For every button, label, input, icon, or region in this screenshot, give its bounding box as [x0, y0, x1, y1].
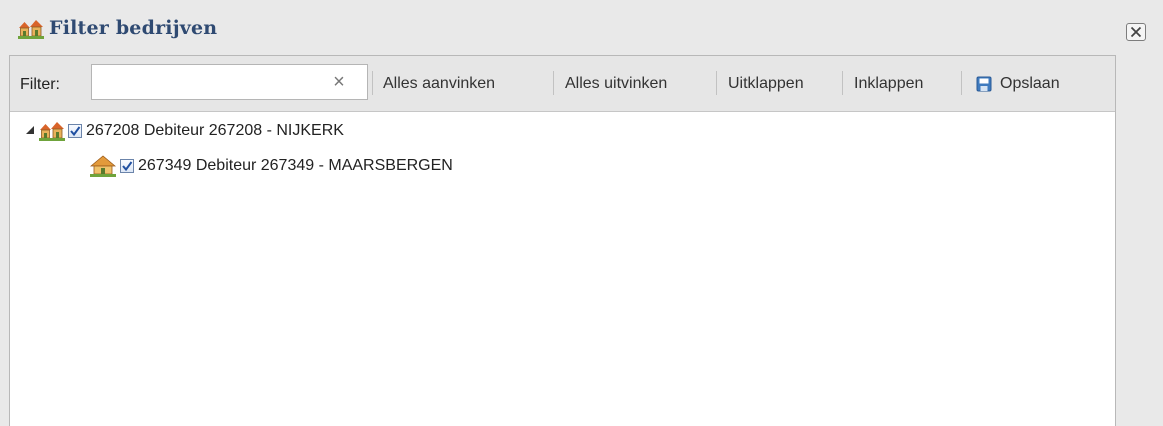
close-button[interactable]	[1126, 23, 1146, 41]
house-icon	[89, 155, 117, 182]
toolbar-separator	[842, 71, 843, 95]
tree-node-child[interactable]: 267349 Debiteur 267349 - MAARSBERGEN	[10, 155, 710, 177]
collapse-button[interactable]: Inklappen	[854, 75, 923, 93]
companies-icon	[39, 120, 65, 147]
title-bar: Filter bedrijven	[0, 0, 1163, 52]
uncheck-all-button[interactable]: Alles uitvinken	[565, 75, 667, 93]
node-checkbox[interactable]	[120, 159, 134, 173]
save-button[interactable]: Opslaan	[1000, 75, 1060, 93]
toolbar-separator	[961, 71, 962, 95]
filter-label: Filter:	[20, 76, 60, 93]
clear-filter-button[interactable]: ×	[326, 69, 352, 95]
node-checkbox[interactable]	[68, 124, 82, 138]
scrollbar-track[interactable]	[1116, 55, 1163, 426]
check-all-button[interactable]: Alles aanvinken	[383, 75, 495, 93]
collapse-triangle-icon[interactable]	[26, 126, 34, 134]
save-icon[interactable]	[976, 76, 992, 92]
tree-node-label: 267349 Debiteur 267349 - MAARSBERGEN	[138, 157, 453, 174]
expand-button[interactable]: Uitklappen	[728, 75, 804, 93]
window-title: Filter bedrijven	[49, 17, 218, 39]
filter-companies-window: Filter bedrijven Filter: × Alles aanvink…	[0, 0, 1163, 426]
toolbar-separator	[716, 71, 717, 95]
toolbar-separator	[553, 71, 554, 95]
toolbar-separator	[372, 71, 373, 95]
filter-panel: Filter: × Alles aanvinken Alles uitvinke…	[9, 55, 1116, 426]
companies-icon	[18, 18, 44, 40]
toolbar: Filter: × Alles aanvinken Alles uitvinke…	[10, 56, 1115, 112]
tree-node-root[interactable]: 267208 Debiteur 267208 - NIJKERK	[10, 120, 710, 142]
tree-node-label: 267208 Debiteur 267208 - NIJKERK	[86, 122, 344, 139]
